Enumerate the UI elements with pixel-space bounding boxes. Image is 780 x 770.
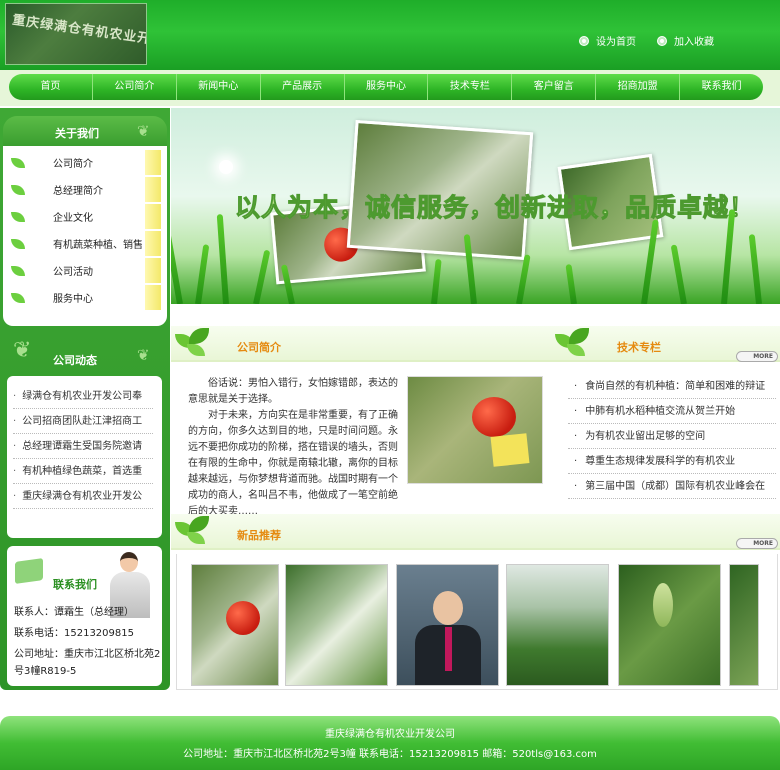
contact-title: 联系我们 <box>53 578 97 591</box>
tech-item[interactable]: 第三届中国（成都）国际有机农业峰会在 <box>568 474 776 499</box>
tech-title: 技术专栏 <box>617 341 661 354</box>
intro-header: 公司简介 <box>171 326 551 362</box>
leaf-icon <box>175 328 209 358</box>
banner-slogan: 以人为本，诚信服务，创新进取，品质卓越！ <box>234 193 756 223</box>
about-header: 关于我们 ❦ <box>3 116 167 146</box>
news-item[interactable]: 公司招商团队赴江津招商工 <box>13 409 153 434</box>
nav-home[interactable]: 首页 <box>9 74 93 100</box>
about-item-culture[interactable]: 企业文化 <box>11 204 161 229</box>
leaf-icon <box>11 211 25 222</box>
nav-franchise[interactable]: 招商加盟 <box>596 74 681 100</box>
set-homepage-link[interactable]: 设为首页 <box>580 33 636 48</box>
intro-paragraph: 对于未来，方向实在是非常重要，有了正确的方向，你多久达到目的地，只是时间问题。永… <box>188 410 398 517</box>
news-item[interactable]: 绿满仓有机农业开发公司奉 <box>13 384 153 409</box>
contact-address-cont: 号3幢R819-5 <box>14 666 77 677</box>
company-logo[interactable]: 重庆绿满仓有机农业开发公司 <box>5 3 147 65</box>
leaf-icon: ❦ <box>137 346 150 364</box>
news-item[interactable]: 有机种植绿色蔬菜，首选重 <box>13 459 153 484</box>
radio-dot-icon <box>658 36 666 45</box>
intro-image[interactable] <box>407 376 543 484</box>
products-more-button[interactable]: MORE <box>736 538 778 549</box>
news-title: 公司动态 <box>53 354 97 367</box>
product-image[interactable] <box>618 564 721 686</box>
leaf-icon <box>11 157 25 168</box>
sparkle-icon <box>219 160 233 174</box>
contact-box: 联系我们 联系人：谭霜生（总经理） 联系电话：15213209815 公司地址：… <box>7 546 162 686</box>
about-item-organic[interactable]: 有机蔬菜种植、销售 <box>11 231 161 256</box>
tech-item[interactable]: 食尚自然的有机种植：简单和困难的辩证 <box>568 374 776 399</box>
product-image[interactable] <box>506 564 609 686</box>
contact-address: 公司地址：重庆市江北区桥北苑2 <box>14 649 161 660</box>
tech-item[interactable]: 中肺有机水稻种植交流从贺兰开始 <box>568 399 776 424</box>
radio-dot-icon <box>580 36 588 45</box>
leaf-icon <box>11 238 25 249</box>
about-list: 公司简介 总经理简介 企业文化 有机蔬菜种植、销售 公司活动 服务中心 <box>3 146 167 326</box>
tech-item[interactable]: 为有机农业留出足够的空间 <box>568 424 776 449</box>
logo-text: 重庆绿满仓有机农业开发公司 <box>11 12 147 54</box>
nav-message[interactable]: 客户留言 <box>512 74 597 100</box>
contact-phone: 联系电话：15213209815 <box>14 628 134 639</box>
about-item-company[interactable]: 公司简介 <box>11 150 161 175</box>
product-image[interactable] <box>729 564 759 686</box>
product-image[interactable] <box>396 564 499 686</box>
nav-tech[interactable]: 技术专栏 <box>428 74 513 100</box>
news-list: 绿满仓有机农业开发公司奉 公司招商团队赴江津招商工 总经理谭霜生受国务院邀请 有… <box>7 376 162 538</box>
nav-products[interactable]: 产品展示 <box>261 74 345 100</box>
top-links: 设为首页 加入收藏 <box>580 33 714 48</box>
header: 重庆绿满仓有机农业开发公司 设为首页 加入收藏 <box>0 0 780 70</box>
nav-contact[interactable]: 联系我们 <box>680 74 763 100</box>
intro-title: 公司简介 <box>237 341 281 354</box>
leaf-icon <box>11 265 25 276</box>
news-item[interactable]: 总经理谭霜生受国务院邀请 <box>13 434 153 459</box>
leaf-icon <box>175 516 209 546</box>
nav-about[interactable]: 公司简介 <box>93 74 177 100</box>
about-item-ceo[interactable]: 总经理简介 <box>11 177 161 202</box>
news-header: ❦ 公司动态 ❦ <box>3 338 167 370</box>
leaf-icon: ❦ <box>13 338 32 363</box>
about-title: 关于我们 <box>55 127 99 140</box>
products-title: 新品推荐 <box>237 529 281 542</box>
nav-bar: 首页 公司简介 新闻中心 产品展示 服务中心 技术专栏 客户留言 招商加盟 联系… <box>0 70 780 106</box>
sidebar: 关于我们 ❦ 公司简介 总经理简介 企业文化 有机蔬菜种植、销售 公司活动 服务… <box>0 108 170 690</box>
about-item-activities[interactable]: 公司活动 <box>11 258 161 283</box>
product-image[interactable] <box>191 564 279 686</box>
hero-banner: 以人为本，诚信服务，创新进取，品质卓越！ <box>171 108 780 304</box>
products-header: 新品推荐 <box>171 514 780 550</box>
add-favorite-link[interactable]: 加入收藏 <box>658 33 714 48</box>
products-gallery <box>176 554 778 690</box>
intro-text: 俗话说：男怕入错行，女怕嫁错郎，表达的意思就是关于选择。 对于未来，方向实在是非… <box>188 376 400 520</box>
leaf-icon: ❦ <box>137 122 150 140</box>
leaf-icon <box>11 292 25 303</box>
contact-person: 联系人：谭霜生（总经理） <box>14 607 134 618</box>
book-icon <box>15 558 43 584</box>
nav-service[interactable]: 服务中心 <box>345 74 429 100</box>
footer-contact: 公司地址：重庆市江北区桥北苑2号3幢 联系电话：15213209815 邮箱：5… <box>183 749 597 760</box>
footer: 重庆绿满仓有机农业开发公司 公司地址：重庆市江北区桥北苑2号3幢 联系电话：15… <box>0 716 780 770</box>
tech-more-button[interactable]: MORE <box>736 351 778 362</box>
about-item-service[interactable]: 服务中心 <box>11 285 161 310</box>
news-item[interactable]: 重庆绿满仓有机农业开发公 <box>13 484 153 509</box>
leaf-icon <box>11 184 25 195</box>
footer-company: 重庆绿满仓有机农业开发公司 <box>325 729 455 740</box>
product-image[interactable] <box>285 564 388 686</box>
intro-paragraph: 俗话说：男怕入错行，女怕嫁错郎，表达的意思就是关于选择。 <box>188 378 398 405</box>
nav-news[interactable]: 新闻中心 <box>177 74 261 100</box>
tech-item[interactable]: 尊重生态规律发展科学的有机农业 <box>568 449 776 474</box>
leaf-icon <box>555 328 589 358</box>
main-nav: 首页 公司简介 新闻中心 产品展示 服务中心 技术专栏 客户留言 招商加盟 联系… <box>9 74 763 100</box>
